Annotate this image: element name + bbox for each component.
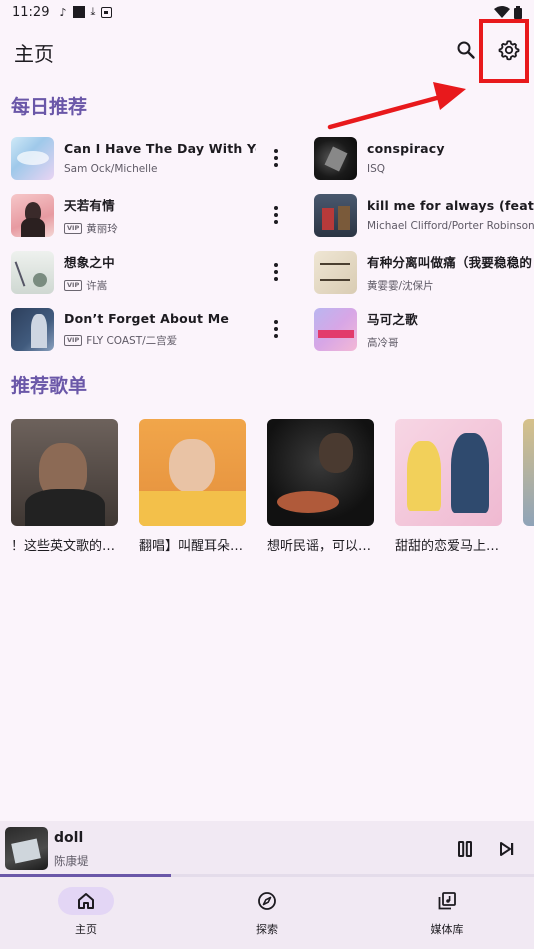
song-title: Can I Have The Day With You: [64, 141, 256, 156]
playlist-card[interactable]: 甜甜的恋爱马上…: [395, 419, 503, 554]
skip-next-icon[interactable]: [498, 840, 516, 858]
playlist-cover: [267, 419, 374, 526]
nav-pill: [58, 887, 114, 915]
status-notification-icons: ♪ ⤓: [59, 5, 113, 19]
song-title: 马可之歌: [367, 311, 418, 327]
song-title: Don’t Forget About Me: [64, 310, 230, 326]
playlist-cover: [395, 419, 502, 526]
more-vert-icon[interactable]: [271, 263, 281, 281]
more-vert-icon[interactable]: [271, 149, 281, 167]
song-artist: Michael Clifford/Porter Robinson: [367, 220, 534, 232]
top-app-bar: 主页: [0, 28, 534, 72]
playlist-card[interactable]: 翻唱】叫醒耳朵…: [139, 419, 247, 554]
song-title: 想象之中: [64, 254, 115, 270]
download-icon: ⤓: [90, 5, 96, 18]
compass-icon: [258, 892, 276, 910]
song-cover: [314, 250, 357, 294]
app-notification-icon: [72, 6, 85, 18]
song-cover: [11, 250, 54, 294]
pause-icon[interactable]: [456, 840, 474, 858]
vip-badge: VIP: [64, 279, 83, 291]
song-artist: 高冷哥: [367, 336, 399, 349]
song-item[interactable]: conspiracy ISQ: [314, 136, 534, 180]
vip-badge: VIP: [64, 334, 83, 346]
nav-label: 媒体库: [430, 923, 464, 936]
now-playing-bar[interactable]: doll 陈康堤: [0, 821, 534, 877]
more-vert-icon[interactable]: [271, 320, 281, 338]
song-item[interactable]: kill me for always (feat. por Michael Cl…: [314, 193, 534, 237]
page-title: 主页: [14, 42, 54, 66]
nav-item-explore[interactable]: 探索: [207, 887, 327, 937]
song-item[interactable]: 有种分离叫做痛（我要稳稳的 黄霎霎/沈保片: [314, 250, 534, 294]
song-artist: 黄丽玲: [86, 222, 118, 235]
bottom-navigation: 主页 探索 媒体库: [0, 877, 534, 949]
playlist-card-partial[interactable]: [523, 419, 534, 526]
nav-pill: [419, 887, 475, 915]
playlist-title: 甜甜的恋爱马上…: [395, 539, 500, 554]
song-artist: 黄霎霎/沈保片: [367, 279, 434, 292]
home-icon: [78, 893, 94, 909]
now-playing-title: doll: [54, 830, 84, 846]
playlist-title: ！这些英文歌的…: [11, 539, 116, 554]
library-icon: [438, 892, 456, 910]
playlist-cover: [11, 419, 118, 526]
song-cover: [314, 307, 357, 351]
playlist-card[interactable]: ！这些英文歌的…: [11, 419, 119, 554]
status-bar: 11:29 ♪ ⤓: [0, 0, 534, 24]
song-artist: 许嵩: [86, 279, 108, 292]
search-icon[interactable]: [456, 40, 476, 60]
more-vert-icon[interactable]: [271, 206, 281, 224]
playlist-cover: [523, 419, 534, 526]
song-item[interactable]: Don’t Forget About Me VIP FLY COAST/二宫爱: [11, 307, 256, 351]
nav-pill: [239, 887, 295, 915]
vip-badge: VIP: [64, 222, 83, 234]
song-cover: [11, 193, 54, 237]
battery-icon: [514, 5, 522, 19]
nav-item-home[interactable]: 主页: [26, 887, 146, 937]
song-artist: ISQ: [367, 163, 386, 175]
nav-item-library[interactable]: 媒体库: [387, 887, 507, 937]
song-cover: [314, 136, 357, 180]
daily-recommend-heading: 每日推荐: [11, 96, 88, 118]
annotation-highlight-box: [479, 19, 529, 83]
now-playing-artist: 陈康堤: [54, 854, 89, 868]
recommended-playlists-heading: 推荐歌单: [11, 375, 88, 397]
playlist-cover: [139, 419, 246, 526]
playlist-title: 翻唱】叫醒耳朵…: [139, 539, 244, 554]
song-artist: Sam Ock/Michelle: [64, 163, 158, 175]
nav-label: 主页: [75, 923, 97, 936]
song-item[interactable]: 马可之歌 高冷哥: [314, 307, 534, 351]
image-icon: [101, 6, 113, 18]
song-item[interactable]: Can I Have The Day With You Sam Ock/Mich…: [11, 136, 256, 180]
song-cover: [11, 136, 54, 180]
nav-label: 探索: [256, 923, 278, 936]
status-time: 11:29: [12, 4, 50, 20]
now-playing-cover: [5, 827, 48, 870]
song-item[interactable]: 想象之中 VIP 许嵩: [11, 250, 256, 294]
music-note-icon: ♪: [59, 5, 67, 19]
song-cover: [11, 307, 54, 351]
song-cover: [314, 193, 357, 237]
song-title: kill me for always (feat. por: [367, 198, 534, 213]
wifi-icon: [494, 6, 510, 18]
song-artist: FLY COAST/二宫爱: [86, 334, 178, 347]
song-title: 有种分离叫做痛（我要稳稳的: [367, 254, 533, 270]
song-title: conspiracy: [367, 141, 445, 156]
song-item[interactable]: 天若有情 VIP 黄丽玲: [11, 193, 256, 237]
playlist-title: 想听民谣，可以…: [267, 539, 372, 554]
annotation-arrow: [327, 82, 466, 130]
song-title: 天若有情: [64, 197, 115, 213]
playlist-card[interactable]: 想听民谣，可以…: [267, 419, 375, 554]
